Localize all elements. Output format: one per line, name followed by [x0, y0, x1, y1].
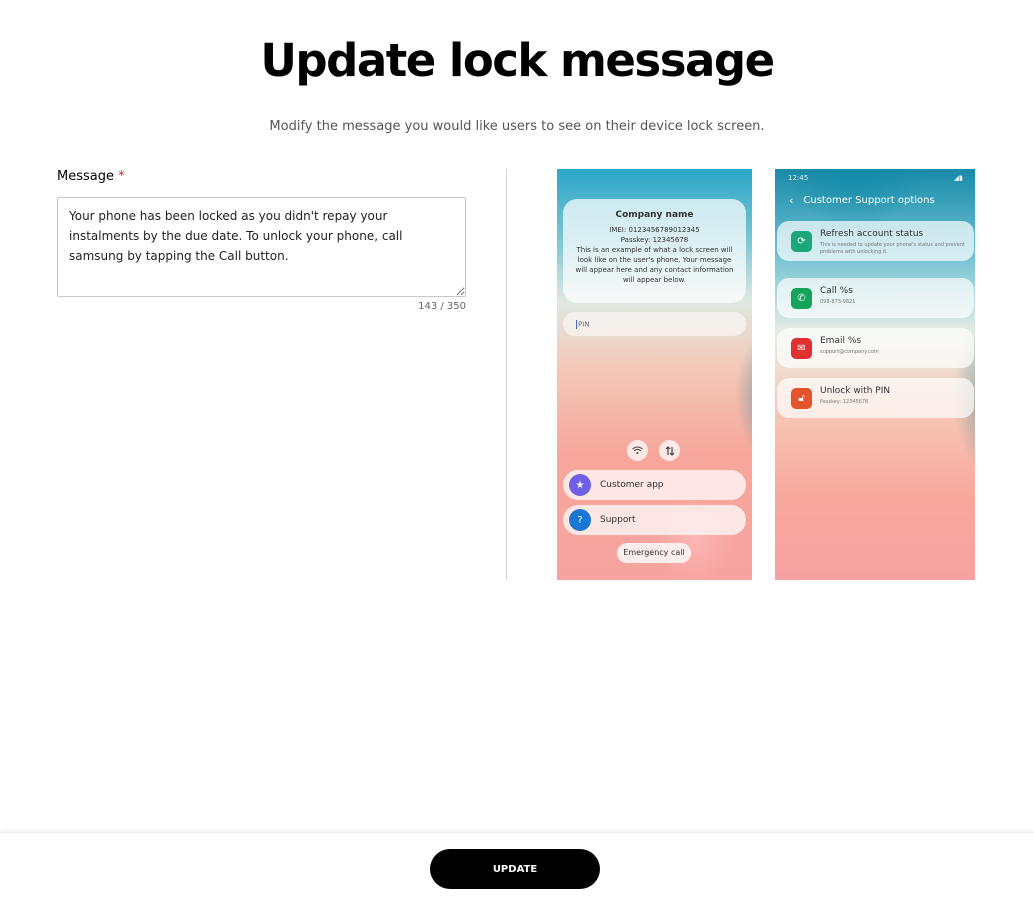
option-subtitle: support@company.com: [820, 349, 879, 355]
question-icon: ?: [569, 509, 591, 531]
option-call: ✆ Call %s 098-873-9821: [777, 278, 974, 318]
lock-screen-preview: Company name IMEI: 0123456789012345 Pass…: [557, 169, 752, 580]
mail-icon: ✉: [791, 338, 812, 359]
preview-imei: IMEI: 0123456789012345: [609, 226, 700, 234]
preview-app-support: ? Support: [563, 505, 746, 535]
support-header: ‹ Customer Support options: [789, 194, 935, 207]
required-asterisk: *: [118, 169, 125, 184]
option-refresh: ⟳ Refresh account status This is needed …: [777, 221, 974, 261]
preview-company-name: Company name: [615, 210, 694, 220]
pin-placeholder: PIN: [578, 320, 590, 329]
option-subtitle: Passkey: 12345678: [820, 399, 869, 405]
preview-emergency-call: Emergency call: [617, 543, 691, 563]
signal-battery-icon: ◢▮: [953, 174, 963, 182]
page-subtitle: Modify the message you would like users …: [269, 119, 765, 134]
option-title: Email %s: [820, 336, 862, 346]
preview-app-label: Support: [600, 515, 636, 525]
status-time: 12:45: [788, 174, 809, 182]
message-label: Message *: [57, 169, 125, 184]
preview-app-customer: ★ Customer app: [563, 470, 746, 500]
unlock-icon: 🔓︎: [791, 388, 812, 409]
star-icon: ★: [569, 474, 591, 496]
preview-message: This is an example of what a lock screen…: [575, 246, 734, 284]
lock-message-card: Company name IMEI: 0123456789012345 Pass…: [563, 199, 746, 303]
page-title: Update lock message: [260, 34, 775, 87]
option-subtitle: This is needed to update your phone's st…: [820, 242, 965, 255]
support-options-preview: 12:45 ◢▮ ‹ Customer Support options ⟳ Re…: [775, 169, 975, 580]
footer-bar: UPDATE: [0, 832, 1034, 898]
back-arrow-icon: ‹: [789, 194, 794, 207]
support-title: Customer Support options: [803, 195, 935, 206]
update-button[interactable]: UPDATE: [430, 849, 600, 889]
preview-app-label: Customer app: [600, 480, 664, 490]
section-divider: [506, 169, 507, 580]
option-title: Refresh account status: [820, 229, 924, 239]
preview-pin-field: PIN: [563, 312, 746, 336]
character-counter: 143 / 350: [418, 301, 466, 312]
phone-icon: ✆: [791, 288, 812, 309]
option-email: ✉ Email %s support@company.com: [777, 328, 974, 368]
refresh-icon: ⟳: [791, 231, 812, 252]
option-title: Unlock with PIN: [820, 386, 891, 396]
preview-passkey: Passkey: 12345678: [620, 236, 689, 244]
option-subtitle: 098-873-9821: [820, 299, 856, 305]
pin-caret: [576, 320, 577, 329]
message-textarea[interactable]: Your phone has been locked as you didn't…: [57, 197, 466, 297]
option-title: Call %s: [820, 286, 853, 296]
option-unlock-pin: 🔓︎ Unlock with PIN Passkey: 12345678: [777, 378, 974, 418]
message-label-text: Message: [57, 169, 114, 184]
data-transfer-icon: [659, 440, 680, 461]
wifi-icon: [627, 440, 648, 461]
